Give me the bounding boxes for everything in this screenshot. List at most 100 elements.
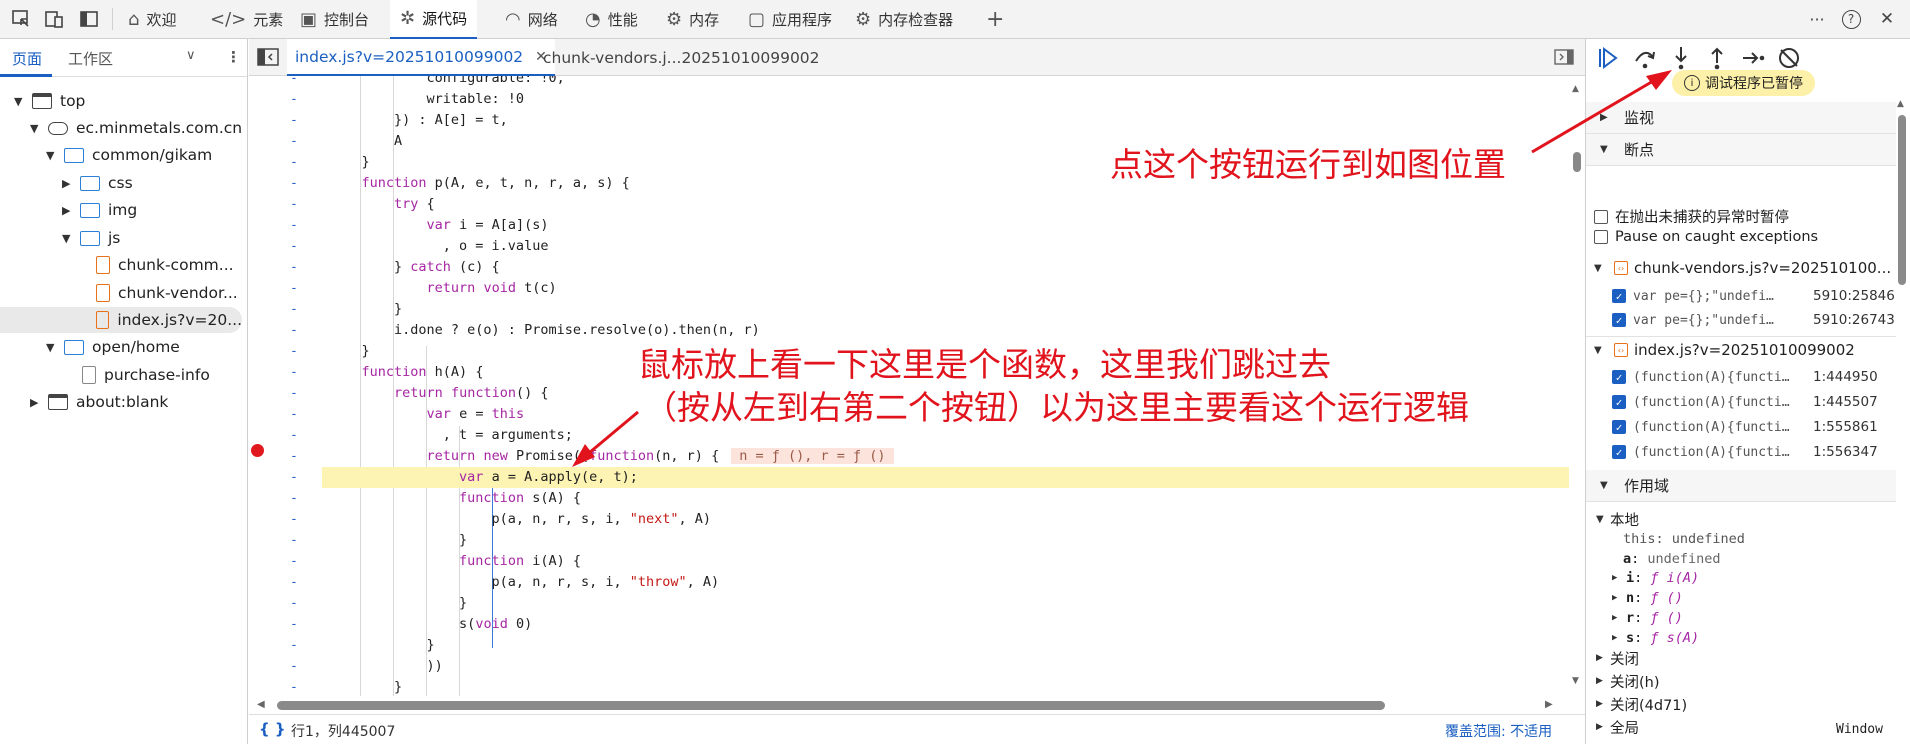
gutter-mark[interactable]: -	[290, 488, 298, 509]
tree-item-chunk-common[interactable]: chunk-comm...	[92, 252, 234, 278]
code-line[interactable]: - }	[249, 593, 1569, 614]
code-line[interactable]: - }	[249, 635, 1569, 656]
breakpoint-item[interactable]: ✓ var pe={};"undefi… 5910:25846	[1612, 285, 1902, 307]
editor-tab-chunk-vendors[interactable]: chunk-vendors.j...20251010099002	[535, 39, 828, 76]
gutter-mark[interactable]: -	[290, 320, 298, 341]
code-line[interactable]: - s(void 0)	[249, 614, 1569, 635]
code-line[interactable]: - }	[249, 299, 1569, 320]
gutter-mark[interactable]: -	[290, 635, 298, 656]
sidebar-scrollbar[interactable]: ▲	[1894, 97, 1910, 744]
step-over-button[interactable]	[1633, 45, 1657, 71]
checkbox[interactable]	[1594, 209, 1608, 224]
code-line[interactable]: - } catch (c) {	[249, 257, 1569, 278]
gutter-mark[interactable]: -	[290, 677, 298, 696]
resume-button[interactable]	[1596, 45, 1620, 71]
gutter-mark[interactable]: -	[290, 362, 298, 383]
tree-item-js[interactable]: ▼ js	[62, 225, 120, 251]
breakpoints-section-header[interactable]: ▼ 断点	[1586, 134, 1896, 166]
tab-welcome[interactable]: ⌂ 欢迎	[118, 0, 186, 39]
tab-performance[interactable]: ◔ 性能	[575, 0, 648, 39]
breakpoint-file-group[interactable]: ▼ ‹› index.js?v=20251010099002	[1594, 341, 1855, 359]
more-options-button[interactable]: ···	[1804, 7, 1830, 31]
add-tab-button[interactable]: +	[976, 0, 1014, 39]
scroll-left-arrow-icon[interactable]: ◀	[257, 699, 265, 710]
gutter-mark[interactable]: -	[290, 89, 298, 110]
scope-closure[interactable]: ▶ 关闭(h)	[1596, 671, 1660, 691]
tree-item-domain[interactable]: ▼ ec.minmetals.com.cn	[30, 115, 242, 141]
vertical-scrollbar[interactable]: ▲ ▼	[1569, 76, 1585, 696]
gutter-mark[interactable]: -	[290, 152, 298, 173]
toggle-drawer-icon[interactable]	[76, 7, 102, 31]
scope-closure[interactable]: ▶ 关闭	[1596, 648, 1639, 668]
tab-application[interactable]: ▢ 应用程序	[738, 0, 842, 39]
tab-workspace[interactable]: 工作区	[68, 48, 113, 69]
tree-item-chunk-vendors[interactable]: chunk-vendor...	[92, 280, 238, 306]
scope-var[interactable]: ▶ s: ƒ s(A)	[1612, 628, 1699, 648]
breakpoint-file-group[interactable]: ▼ ‹› chunk-vendors.js?v=202510100...	[1594, 259, 1891, 277]
code-line[interactable]: - var i = A[a](s)	[249, 215, 1569, 236]
device-emulation-icon[interactable]	[41, 7, 67, 31]
horizontal-scroll-thumb[interactable]	[277, 701, 1385, 710]
gutter-mark[interactable]: -	[290, 257, 298, 278]
tree-item-purchase-info[interactable]: purchase-info	[78, 362, 210, 388]
help-icon[interactable]: ?	[1838, 7, 1864, 31]
tree-item-about-blank[interactable]: ▶ about:blank	[30, 389, 168, 415]
tree-item-index-js[interactable]: index.js?v=20...	[0, 307, 242, 333]
tree-item-top[interactable]: ▼ top	[14, 88, 85, 114]
scope-var[interactable]: ▶ n: ƒ ()	[1612, 588, 1683, 608]
scope-local[interactable]: ▼ 本地	[1596, 509, 1639, 529]
gutter-mark[interactable]: -	[290, 341, 298, 362]
breakpoint-item[interactable]: ✓ (function(A){functi… 1:555861	[1612, 416, 1902, 438]
code-line[interactable]: - return new Promise((function(n, r) {n …	[249, 446, 1569, 467]
gutter-mark[interactable]: -	[290, 215, 298, 236]
checkbox-checked[interactable]: ✓	[1612, 370, 1626, 384]
scroll-up-arrow-icon[interactable]: ▲	[1572, 84, 1579, 94]
gutter-mark[interactable]: -	[290, 278, 298, 299]
tree-item-common-gikam[interactable]: ▼ common/gikam	[46, 142, 212, 168]
pause-uncaught-checkbox[interactable]: 在抛出未捕获的异常时暂停	[1594, 206, 1789, 227]
scope-var[interactable]: ▶ r: ƒ ()	[1612, 608, 1683, 628]
tab-elements[interactable]: </> 元素	[200, 0, 293, 39]
scroll-right-arrow-icon[interactable]: ▶	[1545, 699, 1553, 710]
scroll-up-arrow-icon[interactable]: ▲	[1897, 99, 1904, 109]
code-line[interactable]: - configurable: !0,	[249, 76, 1569, 89]
inspect-element-icon[interactable]	[8, 7, 34, 31]
paused-code-line[interactable]: - var a = A.apply(e, t);	[290, 467, 1569, 488]
scroll-down-arrow-icon[interactable]: ▼	[1572, 676, 1579, 686]
deactivate-breakpoints-button[interactable]	[1777, 45, 1801, 71]
gutter-mark[interactable]: -	[290, 530, 298, 551]
horizontal-scrollbar[interactable]: ◀ ▶	[249, 696, 1569, 714]
tree-item-open-home[interactable]: ▼ open/home	[46, 334, 180, 360]
gutter-mark[interactable]: -	[290, 110, 298, 131]
breakpoint-item[interactable]: ✓ (function(A){functi… 1:445507	[1612, 391, 1902, 413]
chevron-down-icon[interactable]: ∨	[186, 48, 196, 63]
watch-section-header[interactable]: ▶ 监视	[1586, 102, 1896, 134]
editor-tab-index-js[interactable]: index.js?v=20251010099002 ✕	[287, 39, 555, 76]
gutter-mark[interactable]: -	[290, 551, 298, 572]
tree-item-css[interactable]: ▶ css	[62, 170, 133, 196]
checkbox-checked[interactable]: ✓	[1612, 313, 1626, 327]
breakpoint-marker[interactable]	[251, 444, 264, 457]
code-line[interactable]: - }) : A[e] = t,	[249, 110, 1569, 131]
gutter-mark[interactable]: -	[290, 446, 298, 467]
checkbox-checked[interactable]: ✓	[1612, 445, 1626, 459]
code-line[interactable]: - return void t(c)	[249, 278, 1569, 299]
gutter-mark[interactable]: -	[290, 131, 298, 152]
gutter-mark[interactable]: -	[290, 572, 298, 593]
breakpoint-item[interactable]: ✓ (function(A){functi… 1:444950	[1612, 366, 1902, 388]
tab-memory[interactable]: ⚙ 内存	[656, 0, 729, 39]
toggle-navigator-icon[interactable]	[257, 48, 279, 66]
toggle-debugger-icon[interactable]	[1554, 49, 1574, 65]
gutter-mark[interactable]: -	[290, 299, 298, 320]
gutter-mark[interactable]: -	[290, 383, 298, 404]
step-into-button[interactable]	[1669, 45, 1693, 71]
tab-network[interactable]: ◠ 网络	[495, 0, 568, 39]
checkbox-checked[interactable]: ✓	[1612, 289, 1626, 303]
tree-item-img[interactable]: ▶ img	[62, 197, 137, 223]
gutter-mark[interactable]: -	[290, 173, 298, 194]
scope-section-header[interactable]: ▼ 作用域	[1586, 470, 1896, 502]
code-line[interactable]: - , o = i.value	[249, 236, 1569, 257]
vertical-scroll-thumb[interactable]	[1573, 152, 1581, 172]
gutter-mark[interactable]: -	[290, 404, 298, 425]
gutter-mark[interactable]: -	[290, 194, 298, 215]
